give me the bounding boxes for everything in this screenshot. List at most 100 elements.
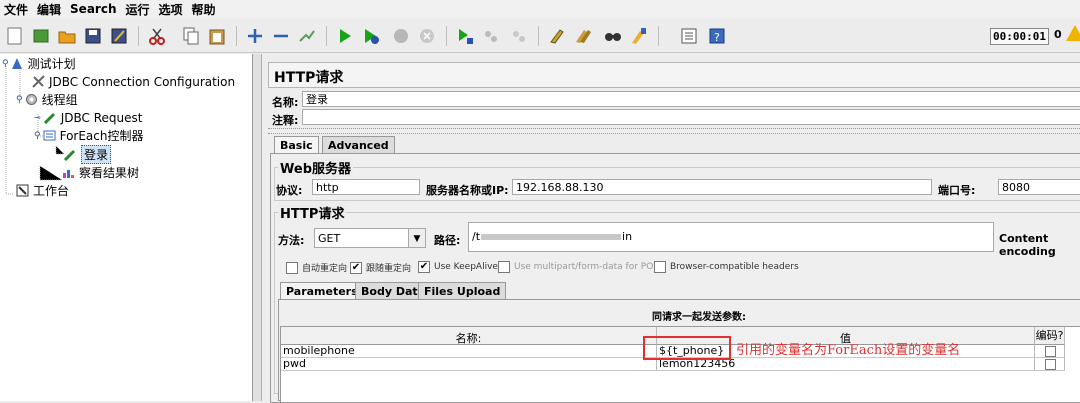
expand-toggle-icon[interactable]: ⚲ bbox=[16, 95, 23, 105]
remote-start-icon[interactable] bbox=[454, 25, 476, 47]
search-icon[interactable] bbox=[602, 25, 624, 47]
redacted-path bbox=[481, 234, 622, 240]
toggle-icon[interactable] bbox=[296, 25, 318, 47]
templates-icon[interactable] bbox=[30, 25, 52, 47]
cut-icon[interactable] bbox=[146, 25, 168, 47]
help-icon[interactable]: ? bbox=[706, 25, 728, 47]
panel-title-box: HTTP请求 bbox=[268, 62, 1080, 88]
port-label: 端口号: bbox=[938, 184, 976, 197]
menu-edit[interactable]: 编辑 bbox=[37, 1, 61, 18]
stop-icon[interactable] bbox=[390, 25, 412, 47]
tab-basic[interactable]: Basic bbox=[274, 136, 319, 154]
tab-advanced[interactable]: Advanced bbox=[322, 136, 395, 154]
web-server-title: Web服务器 bbox=[278, 158, 353, 177]
protocol-field[interactable]: http bbox=[312, 179, 420, 195]
param-name-2[interactable]: pwd bbox=[281, 358, 657, 371]
annotation-highlight-box bbox=[643, 336, 731, 360]
checkbox-box[interactable] bbox=[654, 261, 666, 273]
method-label: 方法: bbox=[278, 234, 305, 247]
function-helper-icon[interactable] bbox=[678, 25, 700, 47]
collapse-toggle-icon[interactable]: ⊸ bbox=[34, 113, 41, 122]
wrench-icon bbox=[32, 75, 45, 88]
tab-parameters[interactable]: Parameters bbox=[280, 282, 364, 300]
remote-shutdown-icon[interactable] bbox=[508, 25, 530, 47]
menu-file[interactable]: 文件 bbox=[4, 1, 28, 18]
server-field[interactable]: 192.168.88.130 bbox=[512, 179, 932, 195]
reset-search-icon[interactable] bbox=[628, 25, 650, 47]
param-encode-2[interactable] bbox=[1035, 358, 1065, 371]
check-mark-icon[interactable]: ✔ bbox=[350, 261, 362, 274]
tree-login[interactable]: 登录 bbox=[63, 145, 112, 164]
multipart-checkbox[interactable]: Use multipart/form-data for POST bbox=[498, 261, 665, 273]
name-field[interactable]: 登录 bbox=[302, 91, 1080, 107]
checkbox-box[interactable] bbox=[286, 261, 298, 274]
shutdown-icon[interactable] bbox=[416, 25, 438, 47]
pipette-icon bbox=[63, 148, 77, 162]
save-icon[interactable] bbox=[82, 25, 104, 47]
content-encoding-label: Content encoding bbox=[999, 232, 1056, 258]
warning-icon[interactable] bbox=[1066, 25, 1080, 41]
keepalive-checkbox[interactable]: ✔ Use KeepAlive bbox=[418, 261, 498, 273]
clear-all-icon[interactable] bbox=[572, 25, 594, 47]
collapse-icon[interactable] bbox=[270, 25, 292, 47]
workbench-icon bbox=[16, 184, 29, 197]
auto-redirect-checkbox[interactable]: 自动重定向 bbox=[286, 261, 347, 274]
new-icon[interactable] bbox=[4, 25, 26, 47]
port-field[interactable]: 8080 bbox=[998, 179, 1080, 195]
clear-icon[interactable] bbox=[546, 25, 568, 47]
param-encode-1[interactable] bbox=[1035, 345, 1065, 358]
test-plan-tree: ⚲ 测试计划 JDBC Connection Configuration ⚲ 线… bbox=[0, 54, 253, 401]
name-label: 名称: bbox=[272, 96, 299, 109]
open-icon[interactable] bbox=[56, 25, 78, 47]
check-mark-icon[interactable]: ✔ bbox=[418, 261, 430, 273]
http-request-panel: HTTP请求 名称: 登录 注释: Basic Advanced Web服务器 … bbox=[262, 54, 1080, 403]
checkbox-box[interactable] bbox=[498, 261, 510, 273]
chevron-down-icon[interactable]: ▼ bbox=[408, 229, 425, 247]
expand-icon[interactable] bbox=[244, 25, 266, 47]
server-label: 服务器名称或IP: bbox=[426, 184, 509, 197]
tree-workbench[interactable]: 工作台 bbox=[16, 182, 69, 199]
tree-test-plan[interactable]: ⚲ 测试计划 bbox=[2, 55, 76, 72]
start-icon[interactable] bbox=[334, 25, 356, 47]
divider-grip[interactable] bbox=[268, 128, 1080, 134]
panel-title: HTTP请求 bbox=[274, 70, 344, 86]
checkbox-box[interactable] bbox=[1045, 359, 1056, 370]
annotation-text: 引用的变量名为ForEach设置的变量名 bbox=[736, 343, 961, 358]
menu-options[interactable]: 选项 bbox=[159, 1, 183, 18]
menu-run[interactable]: 运行 bbox=[125, 1, 149, 18]
gear-icon bbox=[25, 93, 38, 106]
header-name[interactable]: 名称: bbox=[281, 327, 657, 345]
browser-headers-checkbox[interactable]: Browser-compatible headers bbox=[654, 261, 799, 273]
comment-field[interactable] bbox=[302, 109, 1080, 125]
follow-redirect-checkbox[interactable]: ✔ 跟随重定向 bbox=[350, 261, 411, 274]
pipette-icon bbox=[43, 111, 57, 125]
comment-label: 注释: bbox=[272, 114, 299, 127]
copy-icon[interactable] bbox=[180, 25, 202, 47]
expand-toggle-icon[interactable]: ⚲ bbox=[34, 131, 41, 141]
send-params-label: 同请求一起发送参数: bbox=[652, 312, 746, 323]
remote-stop-icon[interactable] bbox=[480, 25, 502, 47]
tree-thread-group[interactable]: ⚲ 线程组 bbox=[16, 91, 78, 108]
menu-bar: 文件 编辑 Search 运行 选项 帮助 bbox=[0, 0, 1080, 18]
paste-icon[interactable] bbox=[206, 25, 228, 47]
start-no-pause-icon[interactable] bbox=[360, 25, 382, 47]
tree-jdbc-config[interactable]: JDBC Connection Configuration bbox=[32, 73, 235, 90]
tab-files-upload[interactable]: Files Upload bbox=[418, 282, 507, 300]
menu-help[interactable]: 帮助 bbox=[192, 1, 216, 18]
tree-foreach[interactable]: ⚲ ForEach控制器 bbox=[34, 127, 143, 144]
checkbox-box[interactable] bbox=[1045, 346, 1056, 357]
results-chart-icon bbox=[62, 166, 75, 179]
method-select[interactable]: GET ▼ bbox=[314, 228, 426, 248]
header-encode[interactable]: 编码? bbox=[1035, 327, 1065, 345]
tree-results-tree[interactable]: 察看结果树 bbox=[62, 164, 139, 181]
protocol-label: 协议: bbox=[276, 184, 303, 197]
warning-count: 0 bbox=[1054, 28, 1062, 41]
elapsed-timer: 00:00:01 bbox=[990, 28, 1049, 45]
param-name-1[interactable]: mobilephone bbox=[281, 345, 657, 358]
path-field[interactable]: /t in bbox=[468, 222, 994, 252]
tree-jdbc-request[interactable]: ⊸ JDBC Request bbox=[34, 109, 142, 126]
save-as-icon[interactable] bbox=[108, 25, 130, 47]
panel-splitter[interactable] bbox=[253, 54, 262, 401]
expand-toggle-icon[interactable]: ⚲ bbox=[2, 59, 9, 69]
menu-search[interactable]: Search bbox=[70, 2, 116, 16]
